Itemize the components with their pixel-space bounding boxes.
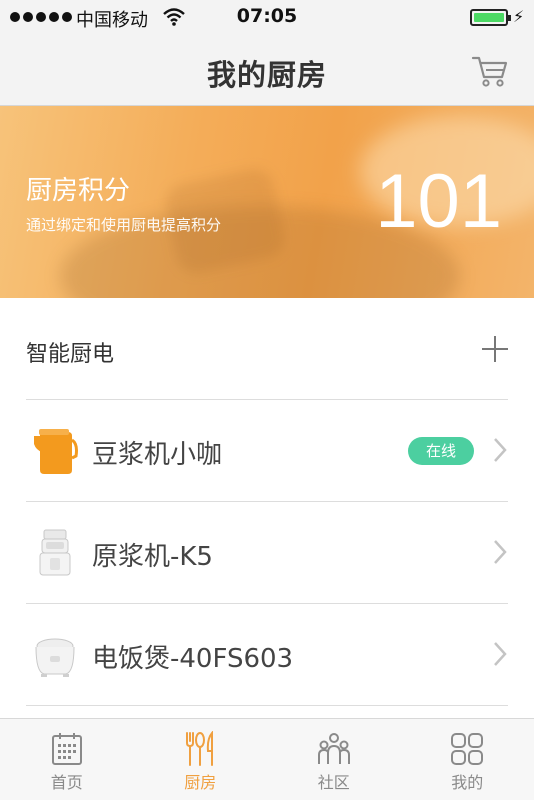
rice-cooker-icon — [35, 638, 75, 677]
tab-label: 社区 — [317, 773, 350, 792]
add-device-button[interactable] — [482, 336, 508, 362]
points-value: 101 — [375, 159, 502, 244]
tab-label: 我的 — [451, 773, 484, 792]
device-row[interactable]: 原浆机-K5 — [26, 502, 508, 604]
chevron-right-icon — [494, 540, 507, 564]
nav-bar: 我的厨房 — [0, 34, 534, 106]
page-title: 我的厨房 — [206, 58, 327, 92]
status-bar: 中国移动 07:05 ⚡ — [0, 0, 534, 34]
community-icon — [317, 733, 350, 764]
chevron-right-icon — [494, 438, 507, 462]
tab-bar: 首页 厨房 社区 我的 — [0, 718, 534, 800]
device-row[interactable]: 电饭煲-40FS603 — [26, 604, 508, 706]
smart-appliances-header: 智能厨电 — [26, 300, 508, 400]
battery-icon — [470, 9, 511, 26]
tab-mine[interactable]: 我的 — [401, 719, 534, 800]
juicer-icon — [39, 529, 71, 576]
utensils-icon — [186, 731, 214, 766]
cart-icon[interactable] — [470, 50, 510, 90]
device-name: 原浆机-K5 — [92, 542, 213, 572]
online-status-badge: 在线 — [407, 437, 474, 465]
kitchen-points-banner[interactable]: 厨房积分 通过绑定和使用厨电提高积分 101 — [0, 106, 534, 298]
clock: 07:05 — [236, 5, 298, 27]
tab-home[interactable]: 首页 — [0, 719, 134, 800]
section-title: 智能厨电 — [26, 342, 115, 367]
chevron-right-icon — [494, 642, 507, 666]
tab-community[interactable]: 社区 — [267, 719, 401, 800]
soymilk-maker-icon — [34, 429, 78, 474]
calendar-icon — [51, 733, 82, 765]
points-title: 厨房积分 — [26, 176, 131, 206]
device-name: 电饭煲-40FS603 — [92, 644, 294, 674]
charging-bolt-icon: ⚡ — [513, 7, 525, 26]
points-subtitle: 通过绑定和使用厨电提高积分 — [26, 216, 222, 234]
tab-label: 首页 — [50, 773, 83, 792]
grid-icon — [451, 733, 484, 765]
device-row[interactable]: 豆浆机小咖 在线 — [26, 400, 508, 502]
tab-kitchen[interactable]: 厨房 — [134, 719, 268, 800]
tab-label: 厨房 — [184, 773, 217, 792]
device-name: 豆浆机小咖 — [92, 440, 223, 470]
